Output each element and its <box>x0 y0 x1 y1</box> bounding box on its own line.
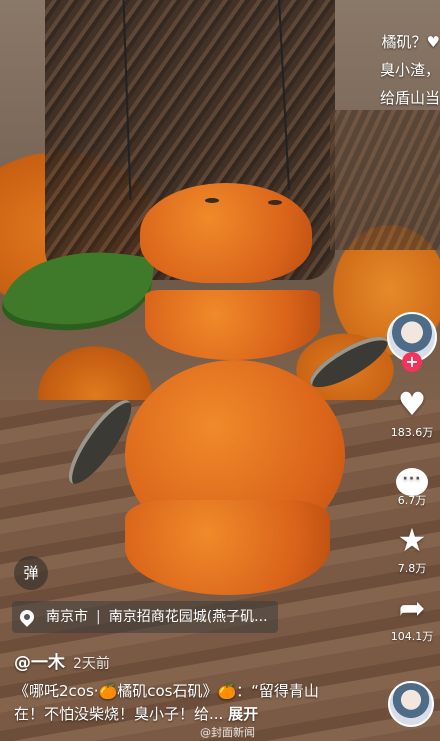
description-text: 《哪吒2cos·🍊橘矶cos石矶》🍊：“留得青山在！不怕没柴烧！臭小子！给... <box>14 682 319 723</box>
background-bag-right <box>330 110 440 250</box>
seed-wing-right <box>303 327 395 397</box>
orange-base <box>125 500 330 595</box>
author-line: @一木 2天前 <box>14 648 110 673</box>
star-icon[interactable]: ★ <box>384 522 440 558</box>
puppet-eye <box>268 200 282 205</box>
orange-head <box>140 183 312 283</box>
location-separator: | <box>96 609 101 625</box>
video-description: 《哪吒2cos·🍊橘矶cos石矶》🍊：“留得青山在！不怕没柴烧！臭小子！给...… <box>14 680 344 726</box>
video-screen[interactable]: 橘矶？♥ 臭小渣， 给盾山当 + ♥ 183.6万 ··· 6.7万 ★ 7.8… <box>0 0 440 741</box>
share-action[interactable]: ➦ 104.1万 <box>384 590 440 644</box>
favorite-action[interactable]: ★ 7.8万 <box>384 522 440 576</box>
comment-action[interactable]: ··· 6.7万 <box>384 454 440 508</box>
orange-jaw <box>145 290 320 360</box>
location-city: 南京市 <box>46 609 88 625</box>
follow-plus-icon[interactable]: + <box>402 352 422 372</box>
caption-line: 臭小渣， <box>379 61 440 79</box>
favorite-count: 7.8万 <box>397 562 427 575</box>
puppet-eye <box>205 198 219 203</box>
action-rail: + ♥ 183.6万 ··· 6.7万 ★ 7.8万 ➦ 104.1万 <box>384 312 440 644</box>
comment-bubble-icon[interactable]: ··· <box>384 454 440 496</box>
caption-line: 给盾山当 <box>379 89 440 107</box>
danmu-toggle-button[interactable]: 弹 <box>14 556 48 590</box>
post-time: 2天前 <box>73 656 110 672</box>
heart-icon: ♥ <box>426 33 440 51</box>
caption-line: 橘矶？ <box>381 33 427 51</box>
share-arrow-icon[interactable]: ➦ <box>384 590 440 626</box>
watermark: @封面新闻 <box>200 726 255 739</box>
expand-button[interactable]: 展开 <box>228 705 258 723</box>
like-action[interactable]: ♥ 183.6万 <box>384 386 440 440</box>
overlay-caption: 橘矶？♥ 臭小渣， 给盾山当 <box>380 28 440 112</box>
share-count: 104.1万 <box>390 630 434 643</box>
location-place: 南京招商花园城(燕子矶... <box>108 609 268 625</box>
like-count: 183.6万 <box>390 426 434 439</box>
music-avatar[interactable] <box>388 681 434 727</box>
location-tag[interactable]: 南京市 | 南京招商花园城(燕子矶... <box>12 601 278 633</box>
location-pin-icon <box>17 607 37 627</box>
heart-icon[interactable]: ♥ <box>384 386 440 422</box>
author-handle[interactable]: @一木 <box>14 653 65 673</box>
comment-count: 6.7万 <box>397 494 427 507</box>
